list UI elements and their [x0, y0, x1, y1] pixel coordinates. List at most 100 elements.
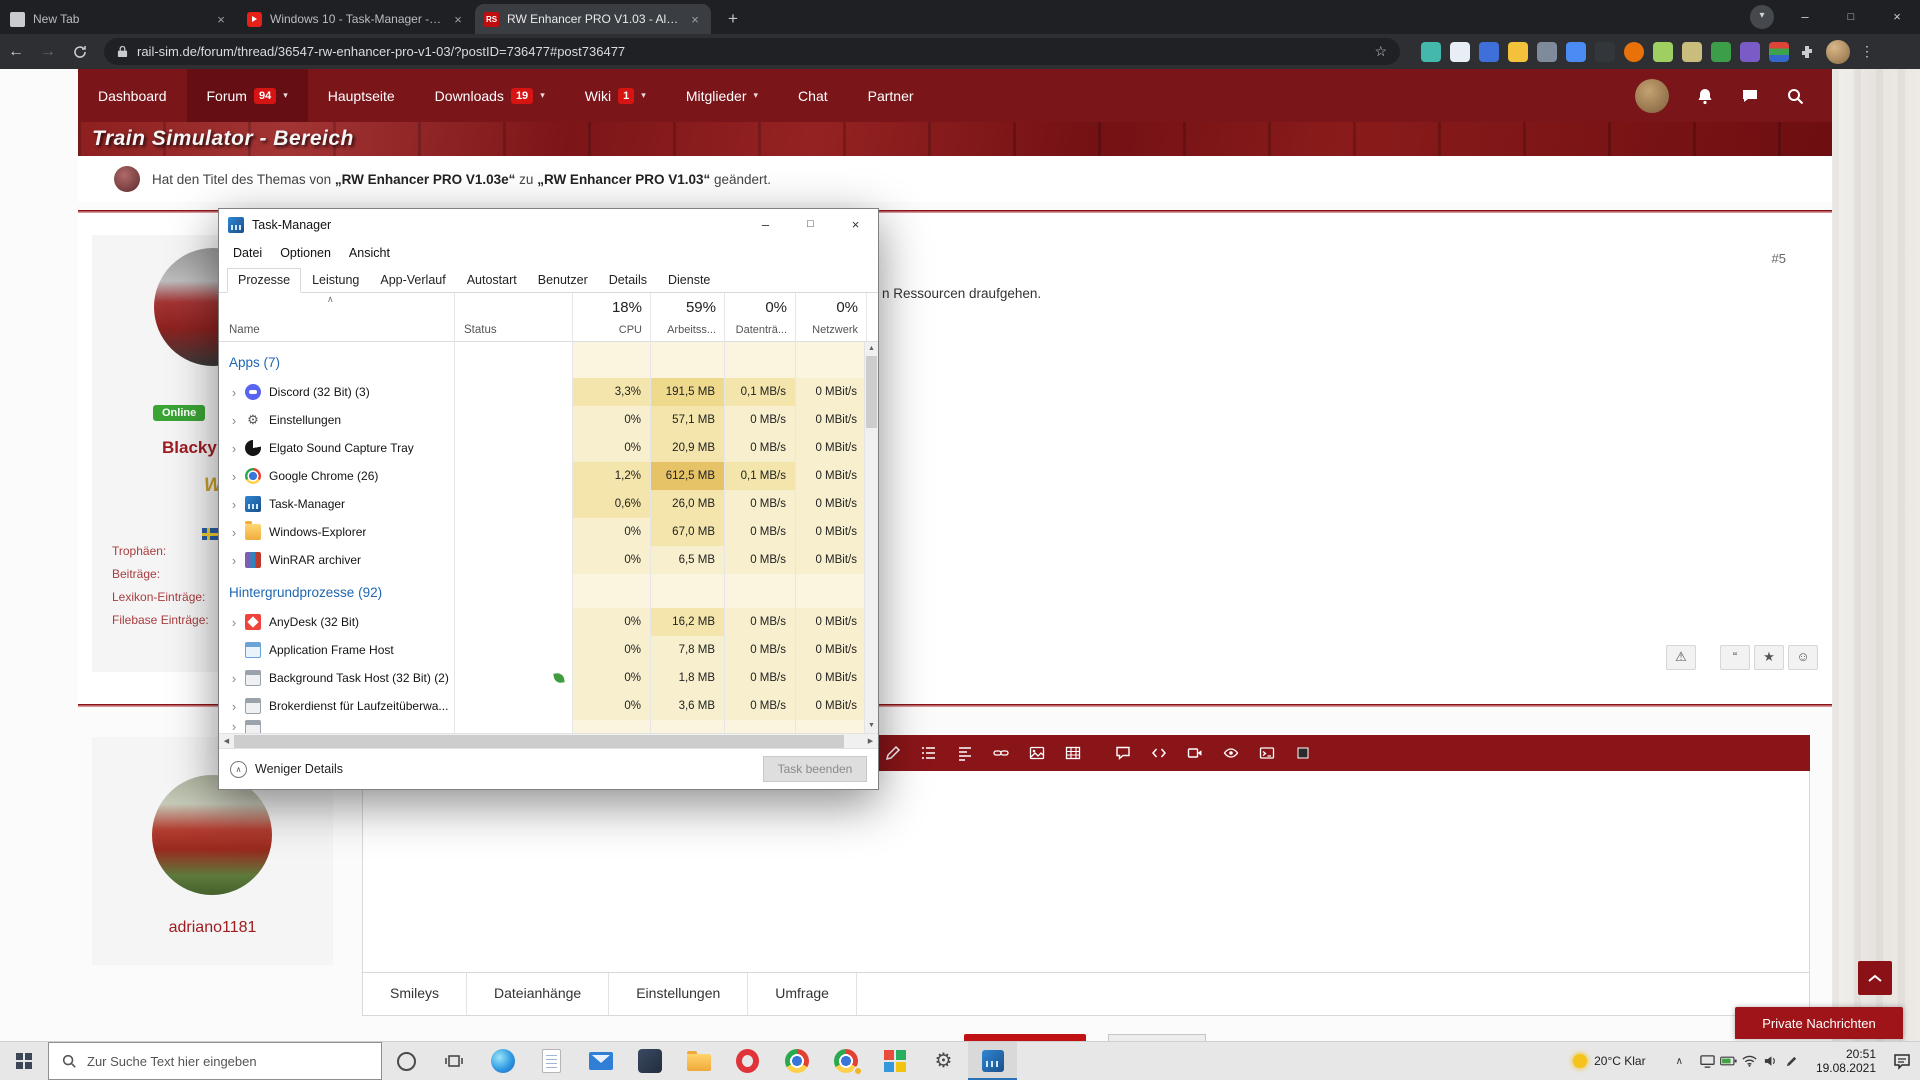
address-bar[interactable]: rail-sim.de/forum/thread/36547-rw-enhanc…	[104, 38, 1400, 65]
process-row[interactable]: › Google Chrome (26) 1,2% 612,5 MB 0,1 MB…	[219, 462, 866, 490]
vertical-scrollbar[interactable]: ▲ ▼	[864, 342, 878, 733]
nav-item-forum[interactable]: Forum 94 ▾	[186, 69, 308, 122]
column-cpu[interactable]: CPU	[572, 324, 642, 336]
private-messages-button[interactable]: Private Nachrichten	[1735, 1007, 1903, 1039]
preview-button-partial[interactable]	[1108, 1034, 1206, 1041]
align-left-icon[interactable]	[956, 745, 973, 762]
tab-details[interactable]: Details	[599, 269, 657, 292]
extension-icon[interactable]	[1508, 41, 1528, 62]
extension-icon[interactable]	[1653, 41, 1673, 62]
user-avatar[interactable]	[1635, 78, 1669, 113]
taskbar-app-settings[interactable]: ⚙	[919, 1042, 968, 1080]
network-tray-icon[interactable]	[1739, 1055, 1760, 1067]
expand-chevron-icon[interactable]: ›	[227, 470, 241, 483]
expand-chevron-icon[interactable]: ›	[227, 386, 241, 399]
reply-author-avatar[interactable]	[152, 775, 272, 895]
browser-tab-railsim-active[interactable]: RS RW Enhancer PRO V1.03 - Allgem... ×	[475, 4, 711, 34]
nav-item-chat[interactable]: Chat	[778, 69, 848, 122]
taskbar-app-document[interactable]	[527, 1042, 576, 1080]
nav-item-wiki[interactable]: Wiki 1 ▾	[565, 69, 666, 122]
process-row[interactable]: › WinRAR archiver 0% 6,5 MB 0 MB/s 0 MBit…	[219, 546, 866, 574]
minimize-button[interactable]: –	[743, 209, 788, 240]
scrollbar-thumb[interactable]	[866, 356, 877, 428]
link-icon[interactable]	[992, 745, 1009, 762]
taskbar-app-dark[interactable]	[625, 1042, 674, 1080]
tab-smileys[interactable]: Smileys	[363, 973, 468, 1015]
nav-item-partner[interactable]: Partner	[848, 69, 934, 122]
browser-menu-icon[interactable]: ⋮	[1860, 43, 1874, 60]
notifications-bell-icon[interactable]	[1696, 87, 1714, 105]
editor-text-area[interactable]	[362, 771, 1810, 973]
scrollbar-thumb[interactable]	[234, 735, 844, 748]
extension-icon[interactable]	[1537, 41, 1557, 62]
window-maximize-button[interactable]: □	[1828, 0, 1874, 34]
extension-icon[interactable]	[1450, 41, 1470, 62]
section-header-apps[interactable]: Apps (7)	[219, 347, 866, 378]
taskbar-app-tiles[interactable]	[870, 1042, 919, 1080]
new-tab-button[interactable]: +	[719, 5, 747, 33]
table-icon[interactable]	[1064, 745, 1081, 762]
expand-chevron-icon[interactable]: ›	[227, 498, 241, 511]
scroll-to-top-button[interactable]	[1858, 961, 1892, 995]
scroll-up-icon[interactable]: ▲	[865, 342, 878, 356]
expand-chevron-icon[interactable]: ›	[227, 442, 241, 455]
maximize-button[interactable]: □	[788, 209, 833, 240]
submit-button-partial[interactable]	[964, 1034, 1086, 1041]
window-minimize-button[interactable]: –	[1782, 0, 1828, 34]
conversations-icon[interactable]	[1741, 87, 1759, 105]
url-text[interactable]: rail-sim.de/forum/thread/36547-rw-enhanc…	[137, 44, 1365, 59]
tab-settings[interactable]: Einstellungen	[609, 973, 749, 1015]
nav-item-dashboard[interactable]: Dashboard	[78, 69, 187, 122]
column-memory[interactable]: Arbeitss...	[650, 324, 716, 336]
tab-poll[interactable]: Umfrage	[748, 973, 857, 1015]
cpu-total[interactable]: 18%	[572, 299, 642, 316]
battery-tray-icon[interactable]	[1718, 1056, 1739, 1066]
bookmark-star-icon[interactable]: ☆	[1374, 43, 1387, 60]
process-row[interactable]: › Task-Manager 0,6% 26,0 MB 0 MB/s 0 MBit…	[219, 490, 866, 518]
horizontal-scrollbar[interactable]: ◀ ▶	[219, 733, 878, 748]
extension-icon[interactable]	[1421, 41, 1441, 62]
reload-button[interactable]	[64, 44, 96, 60]
expand-chevron-icon[interactable]: ›	[227, 414, 241, 427]
fullscreen-block-icon[interactable]	[1294, 745, 1311, 762]
author-username[interactable]: Blacky	[162, 438, 217, 458]
reply-author-username[interactable]: adriano1181	[92, 919, 333, 937]
like-button[interactable]: ★	[1754, 645, 1784, 670]
image-icon[interactable]	[1028, 745, 1045, 762]
tray-expand-icon[interactable]: ∧	[1676, 1056, 1683, 1067]
taskbar-app-task-manager-active[interactable]	[968, 1042, 1017, 1080]
scroll-right-icon[interactable]: ▶	[863, 734, 878, 749]
task-manager-title-bar[interactable]: Task-Manager – □ ×	[219, 209, 878, 240]
weather-widget[interactable]: 20°C Klar	[1573, 1054, 1646, 1068]
search-input[interactable]	[87, 1053, 357, 1069]
browser-tab-youtube[interactable]: Windows 10 - Task-Manager - Yo... ×	[238, 4, 474, 34]
tab-close-icon[interactable]: ×	[688, 12, 702, 27]
column-name[interactable]: Name	[229, 324, 260, 336]
extensions-puzzle-icon[interactable]	[1799, 44, 1815, 60]
extension-icon[interactable]	[1740, 41, 1760, 62]
scroll-left-icon[interactable]: ◀	[219, 734, 234, 749]
code-icon[interactable]	[1150, 745, 1167, 762]
search-icon[interactable]	[1786, 87, 1804, 105]
expand-chevron-icon[interactable]: ›	[227, 700, 241, 713]
quote-bubble-icon[interactable]	[1114, 745, 1131, 762]
list-icon[interactable]	[920, 745, 937, 762]
menu-datei[interactable]: Datei	[224, 246, 271, 260]
tab-autostart[interactable]: Autostart	[457, 269, 527, 292]
process-row[interactable]: › Discord (32 Bit) (3) 3,3% 191,5 MB 0,1 …	[219, 378, 866, 406]
end-task-button[interactable]: Task beenden	[763, 756, 867, 782]
process-row[interactable]: › Elgato Sound Capture Tray 0% 20,9 MB 0 …	[219, 434, 866, 462]
process-row[interactable]: › Windows-Explorer 0% 67,0 MB 0 MB/s 0 MB…	[219, 518, 866, 546]
tab-search-icon[interactable]: ▾	[1750, 5, 1774, 29]
extension-icon[interactable]	[1711, 41, 1731, 62]
taskbar-clock[interactable]: 20:51 19.08.2021	[1816, 1047, 1876, 1075]
scroll-down-icon[interactable]: ▼	[865, 719, 878, 733]
tab-prozesse[interactable]: Prozesse	[227, 268, 302, 293]
browser-tab-newtab[interactable]: New Tab ×	[1, 4, 237, 34]
terminal-icon[interactable]	[1258, 745, 1275, 762]
tab-attachments[interactable]: Dateianhänge	[467, 973, 610, 1015]
post-number[interactable]: #5	[1772, 251, 1786, 266]
task-view-button[interactable]	[430, 1042, 478, 1080]
column-disk[interactable]: Datenträ...	[724, 324, 787, 336]
tab-close-icon[interactable]: ×	[451, 12, 465, 27]
